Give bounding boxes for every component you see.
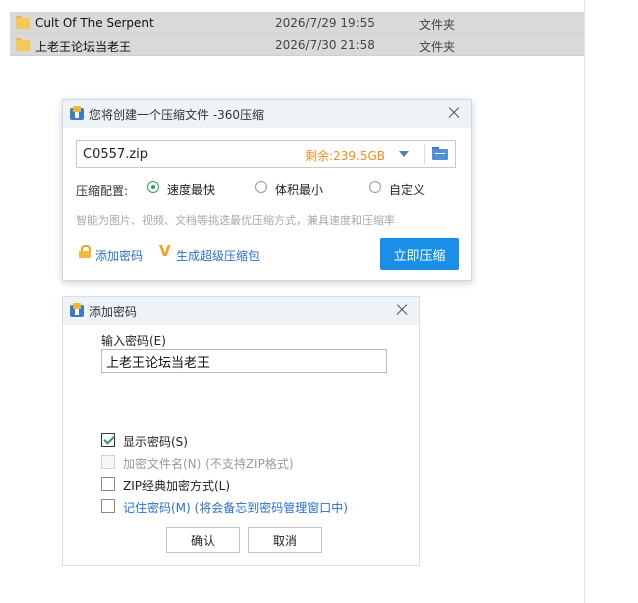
browse-folder-icon[interactable] <box>432 147 448 161</box>
archive-filename[interactable]: C0557.zip <box>83 147 148 162</box>
radio-label: 体积最小 <box>275 183 324 197</box>
archive-app-icon <box>70 106 84 120</box>
radio-label: 速度最快 <box>167 183 216 197</box>
file-name: 上老王论坛当老王 <box>35 40 132 54</box>
compress-dialog: 您将创建一个压缩文件 -360压缩 C0557.zip 剩余:239.5GB 压… <box>62 99 472 281</box>
password-dialog: 添加密码 输入密码(E) 显示密码(S) 加密文件名(N) (不支持ZIP格式)… <box>62 296 420 566</box>
compress-hint: 智能为图片、视频、文档等挑选最优压缩方式，兼具速度和压缩率 <box>76 214 395 227</box>
checkbox-icon <box>101 499 115 513</box>
radio-icon <box>147 181 159 193</box>
folder-icon <box>16 38 30 51</box>
close-icon[interactable] <box>445 104 463 122</box>
checkbox-icon <box>101 455 115 469</box>
compress-dialog-title: 您将创建一个压缩文件 -360压缩 <box>89 108 265 122</box>
radio-icon <box>255 181 267 193</box>
checkbox-icon <box>101 433 115 447</box>
file-type: 文件夹 <box>419 18 456 32</box>
super-v-icon: V <box>159 242 171 260</box>
ok-button[interactable]: 确认 <box>166 527 240 553</box>
checkbox-label: 记住密码(M) (将会备忘到密码管理窗口中) <box>123 501 348 515</box>
file-name: Cult Of The Serpent <box>35 16 154 30</box>
file-date: 2026/7/30 21:58 <box>275 38 375 52</box>
free-space-label: 剩余:239.5GB <box>305 149 385 163</box>
add-password-link[interactable]: 添加密码 <box>95 247 143 264</box>
compress-now-button[interactable]: 立即压缩 <box>380 238 459 270</box>
file-row[interactable]: Cult Of The Serpent 2026/7/29 19:55 文件夹 <box>10 12 584 34</box>
password-dialog-titlebar[interactable]: 添加密码 <box>63 297 419 325</box>
divider <box>424 144 425 164</box>
checkbox-label: 显示密码(S) <box>123 435 188 449</box>
password-dialog-title: 添加密码 <box>89 305 138 319</box>
close-icon[interactable] <box>393 301 411 319</box>
compress-config-label: 压缩配置: <box>76 184 129 198</box>
file-list: Cult Of The Serpent 2026/7/29 19:55 文件夹 … <box>10 12 584 56</box>
lock-icon <box>79 245 91 258</box>
cancel-button[interactable]: 取消 <box>248 527 322 553</box>
file-type: 文件夹 <box>419 40 456 54</box>
chevron-down-icon[interactable] <box>399 151 409 157</box>
super-package-link[interactable]: 生成超级压缩包 <box>176 247 260 264</box>
checkbox-label: 加密文件名(N) (不支持ZIP格式) <box>123 457 294 471</box>
file-row[interactable]: 上老王论坛当老王 2026/7/30 21:58 文件夹 <box>10 34 584 56</box>
folder-icon <box>16 16 30 29</box>
password-label: 输入密码(E) <box>101 334 166 348</box>
file-date: 2026/7/29 19:55 <box>275 16 375 30</box>
radio-label: 自定义 <box>389 183 426 197</box>
output-path-field[interactable]: C0557.zip 剩余:239.5GB <box>76 140 456 168</box>
checkbox-label: ZIP经典加密方式(L) <box>123 479 231 493</box>
radio-icon <box>369 181 381 193</box>
password-input[interactable] <box>101 349 387 373</box>
compress-dialog-titlebar[interactable]: 您将创建一个压缩文件 -360压缩 <box>63 100 471 128</box>
archive-app-icon <box>70 303 84 317</box>
pane-divider <box>584 0 585 603</box>
checkbox-icon <box>101 477 115 491</box>
